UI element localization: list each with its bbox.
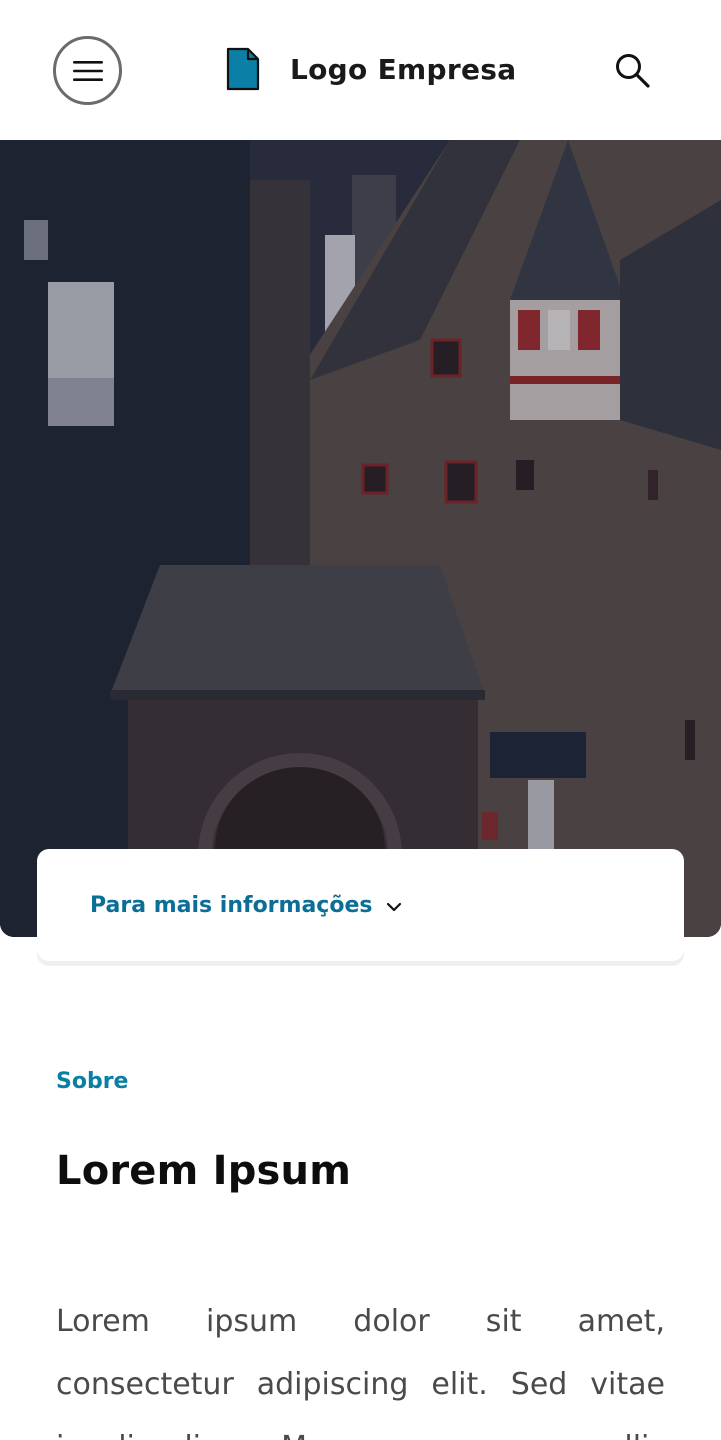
section-kicker: Sobre (56, 1069, 129, 1094)
document-icon (226, 47, 260, 91)
menu-button[interactable] (53, 36, 122, 105)
more-info-dropdown[interactable]: Para mais informações (37, 849, 684, 961)
chevron-down-icon (387, 902, 402, 912)
logo-text: Logo Empresa (290, 52, 517, 86)
search-icon (616, 54, 650, 88)
section-body: Lorem ipsum dolor sit amet, consectetur … (56, 1304, 665, 1440)
hero-image (0, 140, 721, 937)
section-title: Lorem Ipsum (56, 1148, 352, 1194)
more-info-label: Para mais informações (90, 892, 373, 918)
site-header: Logo Empresa (0, 0, 721, 140)
castle-illustration (0, 140, 721, 937)
search-button[interactable] (614, 52, 652, 90)
company-logo[interactable]: Logo Empresa (226, 47, 516, 91)
hamburger-menu-icon (72, 60, 103, 81)
